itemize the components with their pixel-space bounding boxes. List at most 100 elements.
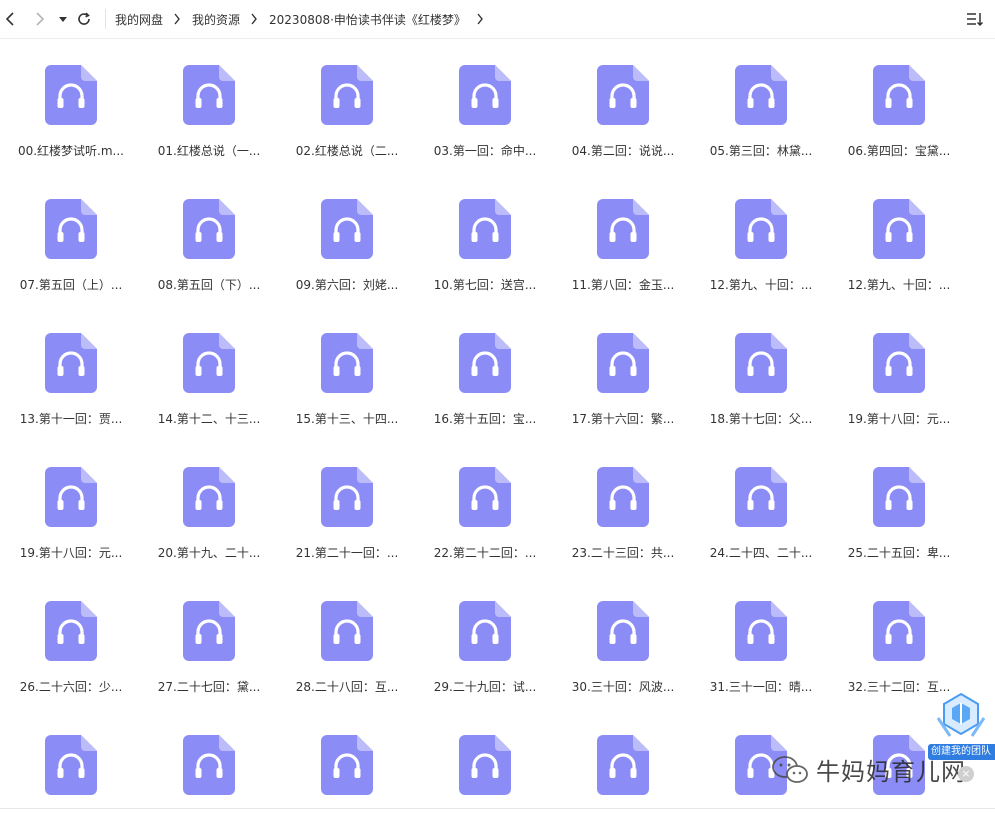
file-item[interactable]: 10.第七回：送宫... [430,172,540,292]
file-item[interactable]: 20.第十九、二十... [154,440,264,560]
create-team-widget[interactable]: 创建我的团队 × [928,688,995,784]
file-item[interactable]: 19.第十八回：元... [16,440,126,560]
file-item[interactable]: 12.第九、十回：... [844,172,954,292]
file-item[interactable]: 28.二十八回：互... [292,574,402,694]
wechat-icon [772,755,808,783]
top-toolbar: 我的网盘 我的资源 20230808·申怡读书伴读《红楼梦》 [0,0,995,39]
file-item[interactable]: 31.三十一回：晴... [706,574,816,694]
create-team-label[interactable]: 创建我的团队 [928,744,995,760]
file-name: 17.第十六回：繁... [571,412,675,426]
file-grid: 00.红楼梦试听.m... 01.红楼总说（一... 02.红楼总说（二... 03.… [0,38,995,808]
history-dropdown-button[interactable] [53,9,73,29]
file-item[interactable]: 16.第十五回：宝... [430,306,540,426]
file-item[interactable]: 27.二十七回：黛... [154,574,264,694]
file-item[interactable]: 12.第九、十回：... [706,172,816,292]
audio-file-icon [873,65,925,125]
file-item[interactable]: 00.红楼梦试听.m... [16,38,126,158]
refresh-icon [78,12,90,25]
audio-file-icon [459,601,511,661]
file-item[interactable]: 32.三十二回：互... [844,574,954,694]
file-name: 12.第九、十回：... [709,278,813,292]
file-item[interactable]: 01.红楼总说（一... [154,38,264,158]
file-name: 00.红楼梦试听.m... [17,144,125,158]
file-item[interactable]: 15.第十三、十四... [292,306,402,426]
refresh-button[interactable] [74,9,94,29]
file-item[interactable]: 24.二十四、二十... [706,440,816,560]
file-item[interactable]: 07.第五回（上）... [16,172,126,292]
file-item[interactable]: 21.第二十一回：... [292,440,402,560]
file-item[interactable]: 02.红楼总说（二... [292,38,402,158]
file-item[interactable] [568,708,678,808]
file-item[interactable]: 23.二十三回：共... [568,440,678,560]
file-item[interactable] [16,708,126,808]
audio-file-icon [321,199,373,259]
file-item[interactable] [430,708,540,808]
file-item[interactable]: 30.三十回：风波... [568,574,678,694]
file-item[interactable]: 13.第十一回：贾... [16,306,126,426]
file-item[interactable]: 17.第十六回：繁... [568,306,678,426]
file-item[interactable]: 29.二十九回：试... [430,574,540,694]
file-name: 05.第三回：林黛... [709,144,813,158]
audio-file-icon [183,333,235,393]
close-icon[interactable]: × [958,766,974,782]
file-item[interactable]: 26.二十六回：少... [16,574,126,694]
audio-file-icon [45,467,97,527]
file-name: 14.第十二、十三... [157,412,261,426]
file-name: 19.第十八回：元... [847,412,951,426]
audio-file-icon [45,65,97,125]
audio-file-icon [321,467,373,527]
audio-file-icon [321,735,373,795]
file-item[interactable]: 18.第十七回：父... [706,306,816,426]
file-name: 28.二十八回：互... [295,680,399,694]
breadcrumb: 我的网盘 我的资源 20230808·申怡读书伴读《红楼梦》 [115,0,495,38]
file-item[interactable]: 25.二十五回：卑... [844,440,954,560]
file-item[interactable] [154,708,264,808]
file-name: 25.二十五回：卑... [847,546,951,560]
sort-list-icon [967,13,984,27]
file-name: 24.二十四、二十... [709,546,813,560]
audio-file-icon [735,65,787,125]
chevron-left-icon [5,12,14,26]
audio-file-icon [735,601,787,661]
file-item[interactable]: 14.第十二、十三... [154,306,264,426]
audio-file-icon [183,467,235,527]
file-name: 18.第十七回：父... [709,412,813,426]
breadcrumb-separator-icon[interactable] [476,13,484,25]
file-item[interactable]: 22.第二十二回：... [430,440,540,560]
file-name: 06.第四回：宝黛... [847,144,951,158]
breadcrumb-separator-icon [250,13,258,25]
file-name: 08.第五回（下）... [157,278,261,292]
breadcrumb-item-my-drive[interactable]: 我的网盘 [115,11,163,28]
back-button[interactable] [0,9,20,29]
file-name: 02.红楼总说（二... [295,144,399,158]
file-item[interactable]: 08.第五回（下）... [154,172,264,292]
file-item[interactable] [292,708,402,808]
audio-file-icon [459,65,511,125]
file-item[interactable]: 05.第三回：林黛... [706,38,816,158]
sort-button[interactable] [965,10,985,28]
file-name: 19.第十八回：元... [19,546,123,560]
file-item[interactable]: 11.第八回：金玉... [568,172,678,292]
breadcrumb-item-current-folder[interactable]: 20230808·申怡读书伴读《红楼梦》 [269,11,466,28]
file-name: 04.第二回：说说... [571,144,675,158]
file-item[interactable]: 03.第一回：命中... [430,38,540,158]
file-item[interactable]: 19.第十八回：元... [844,306,954,426]
audio-file-icon [597,467,649,527]
file-name: 27.二十七回：黛... [157,680,261,694]
audio-file-icon [597,333,649,393]
audio-file-icon [873,333,925,393]
file-item[interactable]: 06.第四回：宝黛... [844,38,954,158]
file-name: 31.三十一回：晴... [709,680,813,694]
file-item[interactable]: 09.第六回：刘姥... [292,172,402,292]
audio-file-icon [45,333,97,393]
breadcrumb-item-my-resources[interactable]: 我的资源 [192,11,240,28]
file-name: 03.第一回：命中... [433,144,537,158]
file-name: 26.二十六回：少... [19,680,123,694]
audio-file-icon [873,199,925,259]
file-name: 13.第十一回：贾... [19,412,123,426]
file-item[interactable]: 04.第二回：说说... [568,38,678,158]
forward-button[interactable] [30,9,50,29]
audio-file-icon [735,333,787,393]
audio-file-icon [45,199,97,259]
chevron-right-icon [36,12,45,26]
